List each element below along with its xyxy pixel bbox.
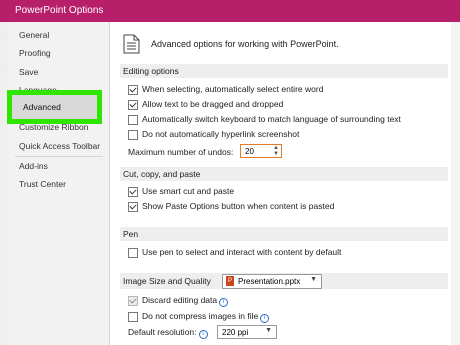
nav-divider [15, 156, 103, 157]
undo-count-input[interactable]: 20 ▲ ▼ [240, 144, 282, 158]
nav-item-quick-access-toolbar[interactable]: Quick Access Toolbar [19, 141, 100, 151]
option-label: Do not automatically hyperlink screensho… [142, 129, 300, 139]
undo-count-value: 20 [245, 147, 254, 156]
section-cut-copy-paste: Cut, copy, and paste [120, 167, 448, 181]
option-label: Use pen to select and interact with cont… [142, 247, 342, 257]
document-lines-icon [123, 34, 140, 54]
section-title: Editing options [123, 66, 179, 76]
background-letter: r [0, 66, 1, 75]
section-title: Cut, copy, and paste [123, 169, 201, 179]
nav-item-trust-center[interactable]: Trust Center [19, 179, 66, 189]
option-label: Allow text to be dragged and dropped [142, 99, 284, 109]
checkbox-unchecked[interactable] [128, 115, 138, 125]
default-resolution-label: Default resolution: i [128, 327, 208, 339]
checkbox-checked[interactable] [128, 296, 138, 306]
resolution-value: 220 ppi [222, 328, 249, 337]
section-pen: Pen [120, 227, 448, 241]
option-label-text: Do not compress images in file [142, 311, 259, 321]
window-title: PowerPoint Options [15, 5, 104, 16]
section-title: Pen [123, 229, 139, 239]
checkbox-unchecked[interactable] [128, 248, 138, 258]
checkbox-unchecked[interactable] [128, 130, 138, 140]
nav-item-save[interactable]: Save [19, 67, 38, 77]
info-icon[interactable]: i [260, 314, 270, 323]
checkbox-checked[interactable] [128, 100, 138, 110]
option-label: Use smart cut and paste [142, 186, 235, 196]
info-icon[interactable]: i [198, 330, 208, 339]
powerpoint-file-icon: P [226, 276, 234, 286]
wikihow-watermark: wikiHow [372, 322, 426, 338]
section-editing-options: Editing options [120, 64, 448, 78]
options-nav: General Proofing Save Language Customize… [7, 22, 110, 345]
nav-item-add-ins[interactable]: Add-ins [19, 161, 48, 171]
nav-item-advanced-label: Advanced [23, 102, 61, 112]
options-dialog: General Proofing Save Language Customize… [7, 22, 460, 345]
default-resolution-dropdown[interactable]: 220 ppi ▼ [217, 325, 277, 339]
chevron-down-icon: ▼ [265, 327, 272, 334]
nav-item-proofing[interactable]: Proofing [19, 48, 51, 58]
option-label: Show Paste Options button when content i… [142, 201, 335, 211]
vertical-scrollbar[interactable] [451, 22, 460, 345]
nav-item-advanced[interactable]: Advanced [12, 95, 97, 119]
checkbox-checked[interactable] [128, 187, 138, 197]
watermark-part1: wiki [372, 322, 398, 338]
title-bar: PowerPoint Options [0, 0, 460, 22]
option-label: Do not compress images in file i [142, 311, 270, 323]
file-name: Presentation.pptx [238, 277, 301, 286]
section-title: Image Size and Quality [123, 276, 211, 286]
default-resolution-text: Default resolution: [128, 327, 197, 337]
checkbox-unchecked[interactable] [128, 312, 138, 322]
chevron-down-icon: ▼ [310, 276, 317, 283]
option-label: Automatically switch keyboard to match l… [142, 114, 401, 124]
advanced-panel: Advanced options for working with PowerP… [110, 22, 460, 345]
panel-header-text: Advanced options for working with PowerP… [151, 39, 339, 49]
checkbox-checked[interactable] [128, 202, 138, 212]
nav-item-advanced-highlight[interactable]: Advanced [7, 90, 102, 124]
option-label: When selecting, automatically select ent… [142, 84, 324, 94]
file-select-dropdown[interactable]: P Presentation.pptx ▼ [222, 274, 322, 289]
option-label: Discard editing data i [142, 295, 229, 307]
undo-count-label: Maximum number of undos: [128, 147, 234, 157]
watermark-part2: How [397, 322, 426, 338]
option-label-text: Discard editing data [142, 295, 218, 305]
info-icon[interactable]: i [219, 298, 229, 307]
background-letter: r [0, 30, 1, 39]
checkbox-checked[interactable] [128, 85, 138, 95]
spinner-arrows-icon[interactable]: ▲ ▼ [273, 145, 279, 157]
background-window-edge: r r [0, 22, 9, 345]
nav-item-general[interactable]: General [19, 30, 49, 40]
